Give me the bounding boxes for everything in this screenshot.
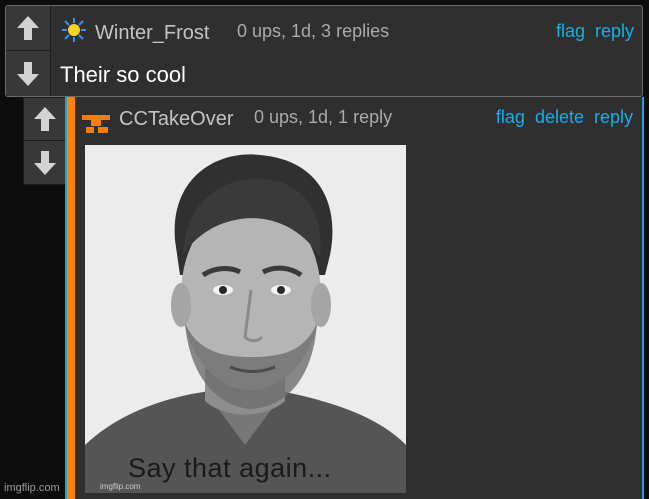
arrow-down-icon [34,150,56,175]
vote-column [23,97,67,185]
upvote-button[interactable] [24,98,66,141]
username-link[interactable]: CCTakeOver [119,108,233,131]
arrow-up-icon [34,107,56,131]
reply-link[interactable]: reply [595,21,634,42]
vote-column [6,6,51,96]
comment-actions: flag reply [556,21,634,42]
downvote-button[interactable] [24,141,66,184]
sun-avatar-icon[interactable] [61,17,87,48]
footer-watermark: imgflip.com [4,482,60,494]
meme-image[interactable] [85,145,406,493]
comment-text: Their so cool [60,62,186,87]
downvote-button[interactable] [6,51,50,96]
image-watermark: imgflip.com [100,482,141,491]
comment-meta: 0 ups, 1d, 3 replies [237,21,390,41]
arrow-up-icon [17,16,39,40]
delete-link[interactable]: delete [535,107,584,128]
reply-link[interactable]: reply [594,107,633,128]
portrait-photo [85,145,406,493]
meme-caption: Say that again... [128,453,332,483]
stairs-avatar-icon[interactable] [82,113,112,140]
username-link[interactable]: Winter_Frost [95,22,209,45]
upvote-button[interactable] [6,6,50,51]
flag-link[interactable]: flag [496,107,525,128]
comment-meta: 0 ups, 1d, 1 reply [254,107,393,127]
comment-actions: flag delete reply [496,107,633,128]
comment-winter-frost: Winter_Frost 0 ups, 1d, 3 replies flag r… [5,5,643,97]
arrow-down-icon [17,61,39,86]
flag-link[interactable]: flag [556,21,585,42]
thread-stripe [67,97,75,499]
